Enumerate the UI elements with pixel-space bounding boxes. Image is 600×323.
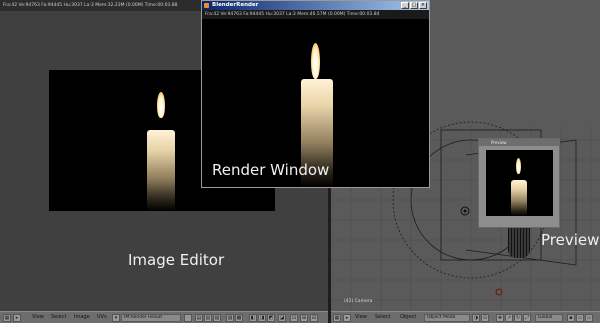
preview-label: Preview bbox=[541, 231, 600, 249]
collapse-menu-icon[interactable]: ▸ bbox=[13, 314, 21, 322]
tool-icon-6[interactable]: ◧ bbox=[249, 314, 257, 322]
menu-select-3d[interactable]: Select bbox=[375, 312, 390, 323]
scale-icon[interactable]: ⤢ bbox=[523, 314, 531, 322]
image-editor-header[interactable]: ▦ ▸ View Select Image UVs ▾ IM:Render Re… bbox=[0, 311, 328, 323]
tool-icon-8[interactable]: ◩ bbox=[267, 314, 275, 322]
rotate-icon[interactable]: ↻ bbox=[514, 314, 522, 322]
render-candle-flame bbox=[311, 43, 320, 79]
pivot-icon[interactable]: ⊙ bbox=[481, 314, 489, 322]
image-browse-icon[interactable]: ▾ bbox=[112, 314, 120, 322]
manipulator-icon[interactable]: ✥ bbox=[496, 314, 504, 322]
candle-flame bbox=[157, 92, 165, 118]
blender-icon bbox=[204, 3, 209, 8]
translate-icon[interactable]: ↗ bbox=[505, 314, 513, 322]
layer-icon-1[interactable]: ▪ bbox=[567, 314, 575, 322]
3d-viewport-header[interactable]: ▦ ▸ View Select Object Object Mode ◑ ⊙ ✥… bbox=[331, 311, 600, 323]
tool-icon-4[interactable]: ▨ bbox=[226, 314, 234, 322]
tool-icon-7[interactable]: ◨ bbox=[258, 314, 266, 322]
orientation-select[interactable]: Global bbox=[535, 314, 563, 322]
menu-view-3d[interactable]: View bbox=[355, 312, 367, 323]
preview-panel[interactable]: Preview bbox=[478, 138, 560, 228]
preview-image bbox=[486, 150, 553, 216]
tool-icon-1[interactable]: ▤ bbox=[195, 314, 203, 322]
image-editor-label: Image Editor bbox=[128, 251, 225, 269]
editor-type-icon[interactable]: ▦ bbox=[3, 314, 11, 322]
mode-select[interactable]: Object Mode bbox=[424, 314, 470, 322]
render-window[interactable]: BlenderRender _ □ × Fra:42 Ve:94763 Fa:9… bbox=[201, 0, 430, 188]
viewport-collapse-icon[interactable]: ▸ bbox=[343, 314, 351, 322]
menu-uvs[interactable]: UVs bbox=[97, 312, 107, 323]
preview-title: Preview bbox=[479, 139, 559, 146]
render-window-titlebar[interactable]: BlenderRender _ □ × bbox=[202, 1, 429, 10]
tool-icon-2[interactable]: ▥ bbox=[204, 314, 212, 322]
maximize-button[interactable]: □ bbox=[410, 2, 418, 9]
menu-image[interactable]: Image bbox=[74, 312, 90, 323]
viewport-type-icon[interactable]: ▦ bbox=[333, 314, 341, 322]
candle-body bbox=[147, 130, 175, 211]
menu-view[interactable]: View bbox=[32, 312, 44, 323]
tool-icon-9[interactable]: ◪ bbox=[278, 314, 286, 322]
layer-icon-2[interactable]: ▫ bbox=[576, 314, 584, 322]
tool-icon-5[interactable]: ▩ bbox=[235, 314, 243, 322]
tool-icon-3[interactable]: ▧ bbox=[213, 314, 221, 322]
pin-icon[interactable]: · bbox=[184, 314, 192, 322]
render-window-label: Render Window bbox=[212, 161, 330, 179]
tool-icon-10[interactable]: ⊡ bbox=[290, 314, 298, 322]
preview-candle-body bbox=[511, 180, 527, 216]
draw-type-icon[interactable]: ◑ bbox=[472, 314, 480, 322]
menu-object[interactable]: Object bbox=[400, 312, 416, 323]
render-window-title: BlenderRender bbox=[212, 2, 259, 8]
preview-candle-flame bbox=[516, 158, 521, 174]
camera-label: (42) Camera bbox=[344, 299, 373, 304]
close-button[interactable]: × bbox=[419, 2, 427, 9]
minimize-button[interactable]: _ bbox=[401, 2, 409, 9]
tool-icon-12[interactable]: ⊟ bbox=[310, 314, 318, 322]
image-name-field[interactable]: IM:Render Result bbox=[121, 314, 181, 322]
cylinder-mesh bbox=[508, 228, 530, 258]
layer-icon-3[interactable]: ▫ bbox=[585, 314, 593, 322]
menu-select[interactable]: Select bbox=[51, 312, 66, 323]
tool-icon-11[interactable]: ⊞ bbox=[300, 314, 308, 322]
render-window-status: Fra:42 Ve:94763 Fa:94445 Hu:3037 La:3 Me… bbox=[202, 10, 429, 19]
